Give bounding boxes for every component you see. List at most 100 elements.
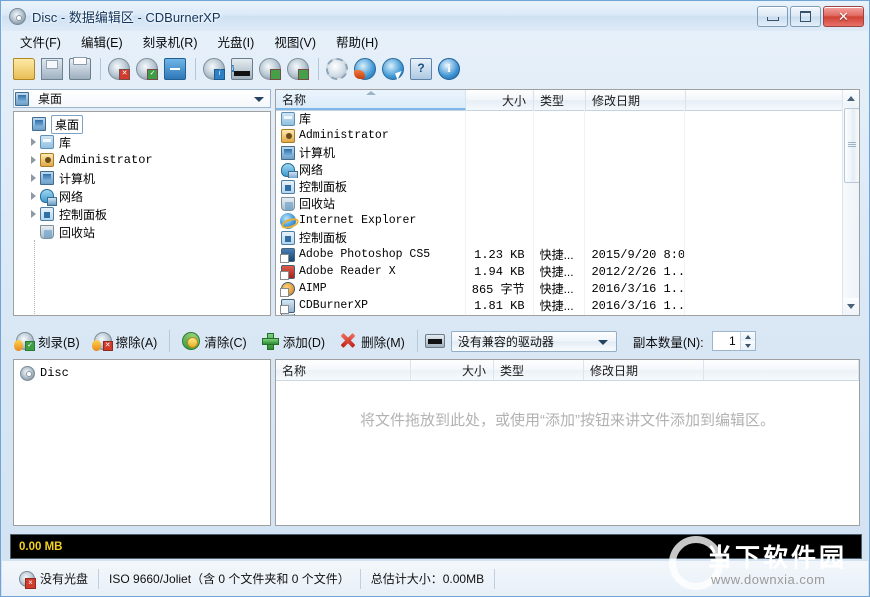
info-icon[interactable]: i <box>436 56 462 82</box>
tree-item-disc[interactable]: Disc <box>14 364 270 382</box>
cdburnerxp-disc-icon <box>9 8 26 25</box>
file-list-scrollbar[interactable] <box>842 90 859 315</box>
globe-red-icon[interactable] <box>352 56 378 82</box>
file-name: 回收站 <box>299 195 335 212</box>
action-separator <box>417 330 418 352</box>
location-combo-value: 桌面 <box>38 90 62 107</box>
erase-button[interactable]: ✕ 擦除(A) <box>87 329 165 353</box>
tree-item-administrator[interactable]: Administrator <box>17 151 270 169</box>
table-row[interactable]: Administrator <box>276 127 843 144</box>
gear-icon[interactable] <box>324 56 350 82</box>
stepper-down-button[interactable] <box>741 341 755 350</box>
column-header-date[interactable]: 修改日期 <box>586 90 686 110</box>
scroll-up-button[interactable] <box>843 90 859 107</box>
window-title: Disc - 数据编辑区 - CDBurnerXP <box>32 7 221 26</box>
burn-button[interactable]: ✓ 刻录(B) <box>9 329 87 353</box>
drive-combo[interactable]: 没有兼容的驱动器 <box>451 331 617 352</box>
tree-expander[interactable] <box>27 169 39 187</box>
table-row[interactable]: Adobe Reader X 1.94 KB 快捷... 2012/2/26 1… <box>276 263 843 280</box>
clear-button[interactable]: 清除(C) <box>175 329 253 353</box>
column-header-filler[interactable] <box>686 90 845 110</box>
menu-file[interactable]: 文件(F) <box>11 30 70 53</box>
stepper-buttons[interactable] <box>740 332 755 350</box>
disc-burn-icon: ✓ <box>16 332 34 350</box>
table-row[interactable]: 网络 <box>276 161 843 178</box>
copies-stepper[interactable]: 1 <box>712 331 756 351</box>
tree-item-computer[interactable]: 计算机 <box>17 169 270 187</box>
file-date <box>585 229 685 246</box>
globe-cursor-icon[interactable] <box>380 56 406 82</box>
drive-icon[interactable]: i <box>229 56 255 82</box>
table-row[interactable]: 回收站 <box>276 195 843 212</box>
save-icon[interactable] <box>39 56 65 82</box>
column-header-name[interactable]: 名称 <box>276 360 411 380</box>
blue-minus-icon[interactable] <box>162 56 188 82</box>
help-icon[interactable]: ? <box>408 56 434 82</box>
capacity-bar: 0.00 MB <box>10 534 862 559</box>
open-folder-icon[interactable] <box>11 56 37 82</box>
disc-info-icon[interactable]: i <box>201 56 227 82</box>
scrollbar-thumb[interactable] <box>844 108 859 183</box>
file-date: 2016/3/16 1... <box>585 297 685 314</box>
tree-expander[interactable] <box>27 133 39 151</box>
disc-download-icon[interactable] <box>257 56 283 82</box>
print-icon[interactable] <box>67 56 93 82</box>
tree-expander[interactable] <box>27 205 39 223</box>
chevron-down-icon[interactable] <box>254 97 264 102</box>
chevron-down-icon[interactable] <box>598 340 608 345</box>
table-row[interactable]: Internet Explorer <box>276 212 843 229</box>
menu-bar: 文件(F) 编辑(E) 刻录机(R) 光盘(I) 视图(V) 帮助(H) <box>2 31 868 52</box>
disc-upload-icon[interactable] <box>285 56 311 82</box>
stepper-up-button[interactable] <box>741 332 755 341</box>
copies-value[interactable]: 1 <box>713 334 740 348</box>
tree-item-desktop[interactable]: 桌面 <box>17 115 270 133</box>
menu-edit[interactable]: 编辑(E) <box>72 30 132 53</box>
adobe-reader-shortcut-icon <box>280 264 296 280</box>
table-row[interactable]: CDBurnerXP 1.81 KB 快捷... 2016/3/16 1... <box>276 297 843 314</box>
menu-burner[interactable]: 刻录机(R) <box>134 30 207 53</box>
tree-item-library[interactable]: 库 <box>17 133 270 151</box>
tree-expander[interactable] <box>19 115 31 133</box>
tree-expander[interactable] <box>27 151 39 169</box>
table-row[interactable]: Adobe Photoshop CS5 1.23 KB 快捷... 2015/9… <box>276 246 843 263</box>
tree-item-control-panel[interactable]: 控制面板 <box>17 205 270 223</box>
location-combo[interactable]: 桌面 <box>13 89 271 108</box>
table-row[interactable] <box>276 314 843 315</box>
file-name: Administrator <box>299 129 389 142</box>
table-row[interactable]: 控制面板 <box>276 229 843 246</box>
file-type: 快捷... <box>534 263 586 280</box>
tree-expander[interactable] <box>27 187 39 205</box>
menu-view[interactable]: 视图(V) <box>265 30 325 53</box>
column-header-name[interactable]: 名称 <box>276 90 466 110</box>
window-controls: ✕ <box>757 6 864 27</box>
table-row[interactable]: 库 <box>276 110 843 127</box>
table-row[interactable]: 计算机 <box>276 144 843 161</box>
library-icon <box>39 134 55 150</box>
column-header-type[interactable]: 类型 <box>534 90 586 110</box>
table-row[interactable]: AIMP 865 字节 快捷... 2016/3/16 1... <box>276 280 843 297</box>
menu-help[interactable]: 帮助(H) <box>327 30 387 53</box>
close-button[interactable]: ✕ <box>823 6 864 27</box>
maximize-button[interactable] <box>790 6 821 27</box>
disc-erase-icon[interactable]: ✕ <box>106 56 132 82</box>
column-header-type[interactable]: 类型 <box>494 360 584 380</box>
file-type <box>534 110 586 127</box>
control-panel-icon <box>280 230 296 246</box>
minimize-button[interactable] <box>757 6 788 27</box>
column-header-filler[interactable] <box>704 360 859 380</box>
tree-item-network[interactable]: 网络 <box>17 187 270 205</box>
menu-disc[interactable]: 光盘(I) <box>209 30 264 53</box>
user-icon <box>39 152 55 168</box>
erase-button-label: 擦除(A) <box>116 332 158 351</box>
remove-button[interactable]: 删除(M) <box>332 329 412 353</box>
folder-tree: 桌面 库 Administrator 计算机 <box>14 112 270 241</box>
table-row[interactable]: 控制面板 <box>276 178 843 195</box>
column-header-size[interactable]: 大小 <box>466 90 534 110</box>
disc-verify-icon[interactable]: ✓ <box>134 56 160 82</box>
tree-item-recycle-bin[interactable]: 回收站 <box>17 223 270 241</box>
file-date: 2012/2/26 1... <box>585 263 685 280</box>
column-header-date[interactable]: 修改日期 <box>584 360 704 380</box>
add-button[interactable]: 添加(D) <box>254 329 332 353</box>
scroll-down-button[interactable] <box>843 298 859 315</box>
column-header-size[interactable]: 大小 <box>411 360 494 380</box>
